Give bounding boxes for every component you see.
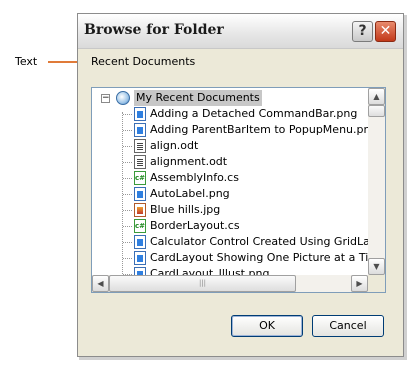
tree-item[interactable]: CardLayout_Illust.png xyxy=(92,266,368,275)
tree-item-label[interactable]: AssemblyInfo.cs xyxy=(150,170,239,186)
scrollbar-corner xyxy=(368,275,385,292)
vertical-scrollbar[interactable]: ▲ ▼ xyxy=(368,88,385,275)
png-file-icon xyxy=(134,187,146,201)
tree-item-label[interactable]: CardLayout_Illust.png xyxy=(150,266,269,275)
png-file-icon xyxy=(134,107,146,121)
tree-item-label[interactable]: Blue hills.jpg xyxy=(150,202,220,218)
horizontal-scrollbar[interactable]: ◀ ||| ▶ xyxy=(92,275,368,292)
close-button[interactable]: ✕ xyxy=(375,21,396,42)
scroll-right-button[interactable]: ▶ xyxy=(351,275,368,292)
tree-item[interactable]: align.odt xyxy=(92,138,368,154)
tree-item-label[interactable]: Adding ParentBarItem to PopupMenu.png xyxy=(150,122,368,138)
scroll-left-button[interactable]: ◀ xyxy=(92,275,109,292)
selected-folder-text: Recent Documents xyxy=(91,55,196,68)
odt-file-icon xyxy=(134,155,146,169)
tree-item[interactable]: c# BorderLayout.cs xyxy=(92,218,368,234)
tree-item[interactable]: Blue hills.jpg xyxy=(92,202,368,218)
tree-root-label[interactable]: My Recent Documents xyxy=(134,90,262,106)
ok-button[interactable]: OK xyxy=(231,315,303,337)
tree-item[interactable]: alignment.odt xyxy=(92,154,368,170)
tree-item[interactable]: AutoLabel.png xyxy=(92,186,368,202)
png-file-icon xyxy=(134,235,146,249)
tree-item-label[interactable]: BorderLayout.cs xyxy=(150,218,240,234)
tree-item[interactable]: Adding a Detached CommandBar.png xyxy=(92,106,368,122)
horizontal-scroll-thumb[interactable]: ||| xyxy=(109,275,296,292)
dialog-title: Browse for Folder xyxy=(84,22,224,38)
cs-file-icon: c# xyxy=(134,171,146,185)
tree-item[interactable]: c# AssemblyInfo.cs xyxy=(92,170,368,186)
scroll-down-button[interactable]: ▼ xyxy=(368,258,385,275)
collapse-icon[interactable]: − xyxy=(101,94,110,103)
jpg-file-icon xyxy=(134,203,146,217)
dialog-titlebar[interactable]: Browse for Folder ? ✕ xyxy=(78,14,403,49)
tree-item[interactable]: Calculator Control Created Using GridLay… xyxy=(92,234,368,250)
folder-tree[interactable]: − My Recent Documents Adding a Detached … xyxy=(91,87,386,293)
vertical-scroll-thumb[interactable] xyxy=(368,105,385,117)
odt-file-icon xyxy=(134,139,146,153)
tree-item[interactable]: Adding ParentBarItem to PopupMenu.png xyxy=(92,122,368,138)
tree-item-label[interactable]: CardLayout Showing One Picture at a Time… xyxy=(150,250,368,266)
tree-item[interactable]: CardLayout Showing One Picture at a Time… xyxy=(92,250,368,266)
cs-file-icon: c# xyxy=(134,219,146,233)
tree-item-label[interactable]: alignment.odt xyxy=(150,154,227,170)
tree-item-label[interactable]: align.odt xyxy=(150,138,198,154)
folder-tree-viewport: − My Recent Documents Adding a Detached … xyxy=(92,88,368,275)
png-file-icon xyxy=(134,251,146,265)
cancel-button[interactable]: Cancel xyxy=(312,315,384,337)
tree-item-label[interactable]: Calculator Control Created Using GridLay… xyxy=(150,234,368,250)
tree-root-row[interactable]: − My Recent Documents xyxy=(92,90,368,106)
png-file-icon xyxy=(134,123,146,137)
tree-item-label[interactable]: AutoLabel.png xyxy=(150,186,230,202)
help-button[interactable]: ? xyxy=(352,21,373,42)
recent-documents-icon xyxy=(116,91,130,105)
scroll-up-button[interactable]: ▲ xyxy=(368,88,385,105)
png-file-icon xyxy=(134,267,146,275)
tree-item-label[interactable]: Adding a Detached CommandBar.png xyxy=(150,106,357,122)
callout-label: Text xyxy=(15,55,38,68)
